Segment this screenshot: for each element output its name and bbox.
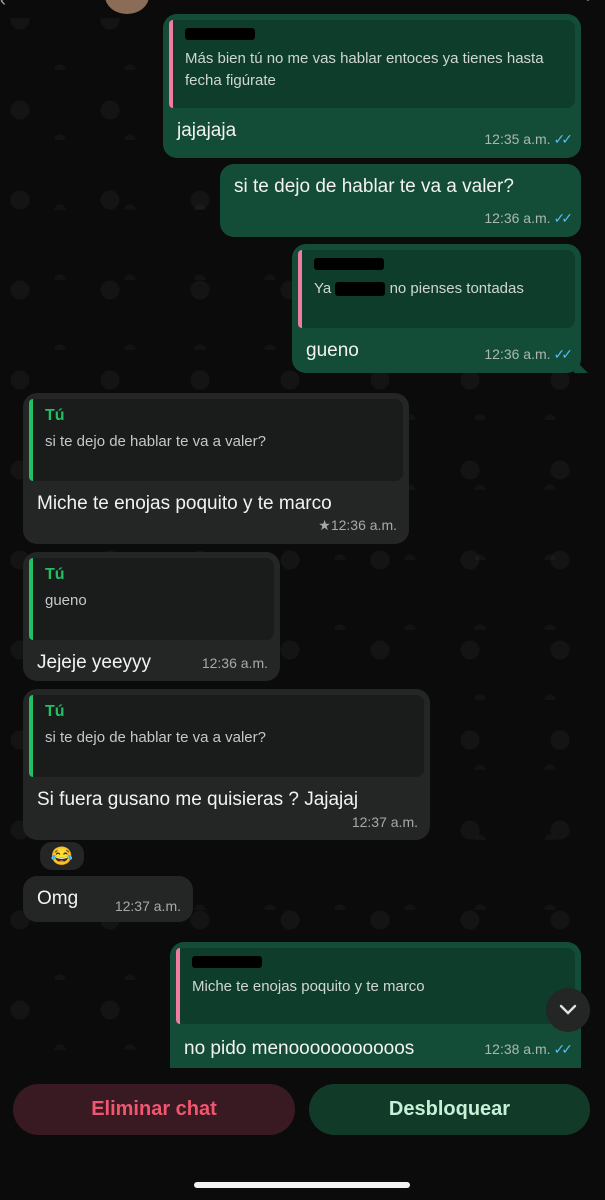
read-receipt-icon: ✓✓: [553, 346, 574, 362]
laughing-emoji-icon: 😂: [50, 845, 74, 866]
scroll-to-bottom-button[interactable]: [546, 988, 590, 1032]
star-icon: ★: [318, 517, 331, 533]
quoted-message[interactable]: Más bien tú no me vas hablar entoces ya …: [169, 20, 575, 108]
quoted-message[interactable]: Miche te enojas poquito y te marco: [176, 948, 575, 1024]
message-incoming[interactable]: Omg 12:37 a.m.: [23, 876, 193, 922]
quoted-message[interactable]: Tú gueno: [29, 558, 274, 640]
read-receipt-icon: ✓✓: [553, 131, 574, 147]
redacted-author: [192, 956, 262, 968]
quoted-text: gueno: [45, 592, 87, 609]
delete-chat-button[interactable]: Eliminar chat: [13, 1084, 295, 1135]
quoted-text: Miche te enojas poquito y te marco: [192, 978, 425, 995]
message-incoming[interactable]: Tú gueno Jejeje yeeyyy 12:36 a.m.: [23, 552, 280, 681]
message-text: si te dejo de hablar te va a valer?: [234, 176, 514, 197]
message-meta: ★12:36 a.m.: [318, 517, 397, 533]
message-outgoing[interactable]: Ya no pienses tontadas gueno 12:36 a.m. ✓…: [292, 244, 581, 373]
redacted-author: [185, 28, 255, 40]
message-meta: 12:37 a.m.: [351, 814, 418, 830]
quoted-author: Tú: [45, 407, 65, 424]
chevron-down-icon: [559, 1004, 577, 1015]
message-outgoing[interactable]: si te dejo de hablar te va a valer? 12:3…: [220, 164, 581, 237]
quoted-text: si te dejo de hablar te va a valer?: [45, 433, 266, 450]
message-meta: 12:35 a.m. ✓✓: [484, 131, 574, 147]
quoted-author: Tú: [45, 703, 65, 720]
message-meta: 12:36 a.m. ✓✓: [484, 346, 574, 362]
message-text: Si fuera gusano me quisieras ? Jajajaj: [37, 789, 359, 810]
quoted-text: Más bien tú no me vas hablar entoces ya …: [185, 50, 544, 89]
message-outgoing[interactable]: Más bien tú no me vas hablar entoces ya …: [163, 14, 581, 158]
read-receipt-icon: ✓✓: [553, 1041, 574, 1057]
contact-avatar[interactable]: [105, 0, 149, 14]
quoted-text: si te dejo de hablar te va a valer?: [45, 729, 266, 746]
reaction-badge[interactable]: 😂: [38, 840, 86, 872]
back-icon[interactable]: ‹: [0, 0, 6, 11]
redacted-name: [335, 282, 386, 297]
home-indicator: [194, 1182, 410, 1188]
redacted-author: [314, 258, 384, 270]
quoted-message[interactable]: Tú si te dejo de hablar te va a valer?: [29, 399, 403, 481]
quoted-message[interactable]: Tú si te dejo de hablar te va a valer?: [29, 695, 424, 777]
message-meta: 12:38 a.m. ✓✓: [484, 1041, 574, 1057]
unblock-button[interactable]: Desbloquear: [309, 1084, 590, 1135]
quoted-message[interactable]: Ya no pienses tontadas: [298, 250, 575, 328]
message-text: Miche te enojas poquito y te marco: [37, 493, 332, 514]
message-outgoing[interactable]: Miche te enojas poquito y te marco no pi…: [170, 942, 581, 1068]
message-incoming[interactable]: Tú si te dejo de hablar te va a valer? M…: [23, 393, 409, 544]
message-meta: 12:36 a.m. ✓✓: [484, 210, 574, 226]
message-meta: 12:36 a.m.: [201, 655, 268, 671]
read-receipt-icon: ✓✓: [553, 210, 574, 226]
call-icon[interactable]: •: [585, 0, 591, 9]
message-incoming[interactable]: Tú si te dejo de hablar te va a valer? S…: [23, 689, 430, 840]
quoted-text: Ya no pienses tontadas: [314, 280, 524, 297]
message-meta: 12:37 a.m.: [114, 898, 181, 914]
quoted-author: Tú: [45, 566, 65, 583]
